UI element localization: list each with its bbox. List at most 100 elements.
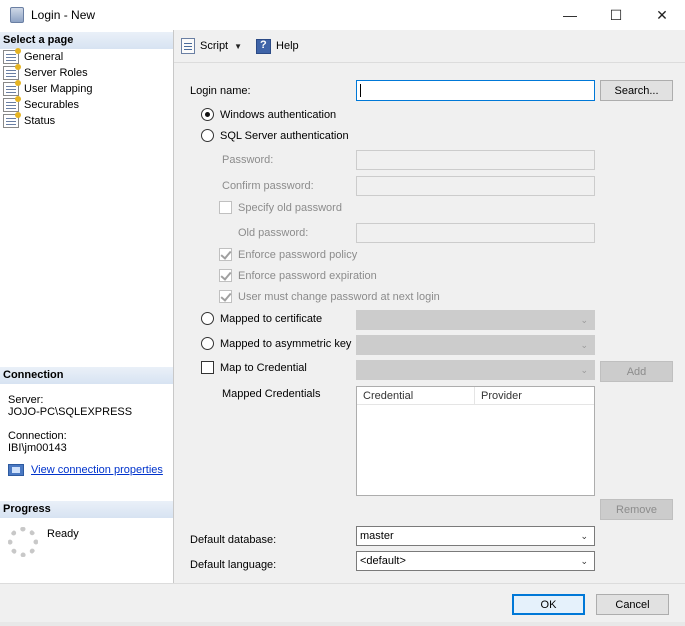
connection-label: Connection:: [8, 430, 67, 442]
mapped-certificate-radio[interactable]: [201, 312, 214, 325]
chevron-down-icon: ⌄: [580, 340, 588, 350]
title-bar: Login - New — ☐ ✕: [0, 0, 685, 30]
select-page-header: Select a page: [0, 32, 173, 49]
connection-info: Connection: IBI\jm00143: [8, 430, 67, 454]
page-item-user-mapping[interactable]: User Mapping: [3, 80, 93, 97]
progress-status: Ready: [47, 528, 79, 540]
toolbar: Script ▼ Help: [174, 30, 685, 63]
page-item-server-roles[interactable]: Server Roles: [3, 64, 92, 81]
page-item-label: User Mapping: [24, 83, 93, 95]
connection-value: IBI\jm00143: [8, 442, 67, 454]
progress-spinner-icon: [8, 527, 38, 557]
app-icon: [10, 7, 24, 23]
chevron-down-icon: ⌄: [580, 365, 588, 375]
windows-auth-radio[interactable]: [201, 108, 214, 121]
credential-combo[interactable]: ⌄: [356, 360, 595, 380]
dialog-footer: OK Cancel: [0, 583, 685, 626]
grid-header: Credential Provider: [357, 387, 594, 405]
add-credential-button[interactable]: Add: [600, 361, 673, 382]
enforce-expiration-label: Enforce password expiration: [238, 270, 377, 282]
page-icon: [3, 96, 21, 112]
default-language-value: <default>: [360, 555, 406, 567]
connection-header: Connection: [0, 367, 173, 384]
remove-credential-button[interactable]: Remove: [600, 499, 673, 520]
window-title: Login - New: [31, 8, 96, 22]
map-credential-checkbox[interactable]: [201, 361, 214, 374]
password-label: Password:: [222, 154, 274, 166]
maximize-button[interactable]: ☐: [593, 0, 639, 30]
old-password-input[interactable]: [356, 223, 595, 243]
page-icon: [3, 48, 21, 64]
help-icon: [256, 38, 272, 54]
server-value: JOJO-PC\SQLEXPRESS: [8, 406, 133, 418]
text-cursor: [360, 84, 361, 97]
progress-header: Progress: [0, 501, 173, 518]
server-label: Server:: [8, 394, 44, 406]
column-provider[interactable]: Provider: [475, 387, 594, 404]
cancel-button[interactable]: Cancel: [596, 594, 669, 615]
script-button[interactable]: Script ▼: [181, 38, 242, 54]
default-language-label: Default language:: [190, 559, 277, 571]
page-item-status[interactable]: Status: [3, 112, 92, 129]
mapped-asym-key-label: Mapped to asymmetric key: [220, 338, 352, 350]
confirm-password-input[interactable]: [356, 176, 595, 196]
mapped-certificate-label: Mapped to certificate: [220, 313, 323, 325]
enforce-policy-label: Enforce password policy: [238, 249, 358, 261]
connection-properties-icon: [8, 464, 24, 476]
page-item-securables[interactable]: Securables: [3, 96, 92, 113]
page-icon: [3, 80, 21, 96]
login-name-input[interactable]: [356, 80, 595, 101]
enforce-expiration-checkbox[interactable]: [219, 269, 232, 282]
server-info: Server: JOJO-PC\SQLEXPRESS: [8, 394, 132, 418]
column-credential[interactable]: Credential: [357, 387, 475, 404]
mapped-asym-key-radio[interactable]: [201, 337, 214, 350]
left-pane: Select a page General Server Roles User …: [0, 30, 174, 583]
window-bottom-edge: [0, 622, 685, 626]
view-connection-properties[interactable]: View connection properties: [8, 464, 163, 476]
script-label: Script: [200, 40, 229, 52]
page-icon: [3, 112, 21, 128]
confirm-password-label: Confirm password:: [222, 180, 314, 192]
specify-old-password-label: Specify old password: [238, 202, 342, 214]
default-database-label: Default database:: [190, 534, 277, 546]
default-database-value: master: [360, 530, 394, 542]
enforce-policy-checkbox[interactable]: [219, 248, 232, 261]
default-database-select[interactable]: master ⌄: [356, 526, 595, 546]
asym-key-combo[interactable]: ⌄: [356, 335, 595, 355]
map-credential-label: Map to Credential: [220, 362, 307, 374]
chevron-down-icon: ⌄: [580, 531, 588, 541]
script-icon: [181, 38, 195, 54]
close-button[interactable]: ✕: [639, 0, 685, 30]
chevron-down-icon: ⌄: [580, 556, 588, 566]
default-language-select[interactable]: <default> ⌄: [356, 551, 595, 571]
sql-auth-radio[interactable]: [201, 129, 214, 142]
windows-auth-label: Windows authentication: [220, 109, 337, 121]
sql-auth-label: SQL Server authentication: [220, 130, 349, 142]
view-connection-properties-link[interactable]: View connection properties: [31, 464, 163, 476]
page-item-label: General: [24, 51, 64, 63]
window-controls: — ☐ ✕: [547, 0, 685, 30]
help-button[interactable]: Help: [256, 38, 299, 54]
chevron-down-icon[interactable]: ▼: [234, 42, 242, 51]
old-password-label: Old password:: [238, 227, 309, 239]
page-item-general[interactable]: General: [3, 48, 92, 65]
help-label: Help: [276, 40, 299, 52]
certificate-combo[interactable]: ⌄: [356, 310, 595, 330]
ok-button[interactable]: OK: [512, 594, 585, 615]
minimize-button[interactable]: —: [547, 0, 593, 30]
mapped-credentials-grid[interactable]: Credential Provider: [356, 386, 595, 496]
page-item-label: Status: [24, 115, 56, 127]
chevron-down-icon: ⌄: [580, 315, 588, 325]
password-input[interactable]: [356, 150, 595, 170]
mapped-credentials-label: Mapped Credentials: [222, 388, 321, 400]
general-form: Login name: Search... Windows authentica…: [174, 63, 685, 583]
page-item-label: Server Roles: [24, 67, 88, 79]
specify-old-password-checkbox[interactable]: [219, 201, 232, 214]
must-change-label: User must change password at next login: [238, 291, 440, 303]
page-item-label: Securables: [24, 99, 80, 111]
search-button[interactable]: Search...: [600, 80, 673, 101]
must-change-checkbox[interactable]: [219, 290, 232, 303]
page-list: General Server Roles User Mapping Secura…: [3, 48, 93, 129]
page-icon: [3, 64, 21, 80]
login-name-label: Login name:: [190, 85, 251, 97]
